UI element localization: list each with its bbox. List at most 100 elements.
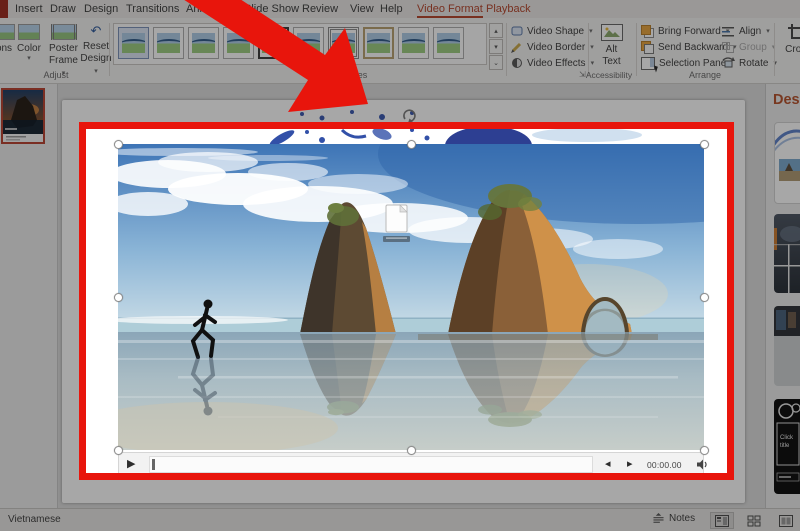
video-style-preview	[227, 33, 250, 53]
video-style-preview	[332, 33, 355, 53]
slide-sorter-view-button[interactable]	[742, 512, 766, 529]
menu-item-help[interactable]: Help	[380, 3, 403, 15]
video-styles-group-label: Styles	[342, 70, 368, 80]
design-panel-title: Desig	[773, 92, 800, 108]
normal-view-button[interactable]	[710, 512, 734, 529]
video-style-thumbnail[interactable]	[223, 27, 254, 59]
crop-button[interactable]: Crop	[779, 22, 800, 79]
resize-handle-middle-left[interactable]	[113, 292, 123, 302]
reset-design-label: Reset	[82, 41, 110, 52]
video-style-preview	[367, 33, 390, 53]
video-style-thumbnail[interactable]	[118, 27, 149, 59]
seek-bar[interactable]	[149, 456, 593, 473]
menu-item-review[interactable]: Review	[302, 3, 338, 15]
resize-handle-bottom-right[interactable]	[699, 445, 709, 455]
video-style-thumbnail[interactable]	[363, 27, 394, 59]
bring-forward-button[interactable]: Bring Forward ▾	[641, 24, 729, 38]
video-shape-label: Video Shape	[527, 25, 585, 37]
color-label: Color	[17, 43, 41, 54]
slide-decoration-wash	[532, 128, 642, 142]
video-shape-button[interactable]: Video Shape ▾	[511, 24, 593, 38]
poster-frame-icon	[50, 24, 77, 40]
corrections-label: ons	[0, 43, 13, 54]
design-suggestion-card[interactable]	[774, 122, 800, 204]
resize-handle-top-right[interactable]	[699, 139, 709, 149]
alt-text-label2: Text	[602, 56, 621, 67]
video-effects-button[interactable]: Video Effects ▾	[511, 56, 594, 70]
menu-item-animations[interactable]: Animations	[186, 3, 240, 15]
gallery-scroll-down-button[interactable]: ▾	[489, 39, 503, 54]
group-separator	[109, 23, 110, 76]
rotate-icon	[722, 57, 735, 68]
menu-item-view[interactable]: View	[350, 3, 374, 15]
move-forward-frame-button[interactable]: ▸	[627, 456, 633, 472]
rotate-button[interactable]: Rotate ▾	[722, 56, 777, 70]
video-style-thumbnail[interactable]	[293, 27, 324, 59]
video-border-label: Video Border	[527, 41, 586, 53]
resize-handle-bottom-middle[interactable]	[406, 445, 416, 455]
bring-forward-icon	[641, 24, 654, 38]
reading-view-icon	[779, 514, 793, 527]
video-style-thumbnail[interactable]	[188, 27, 219, 59]
tab-video-format[interactable]: Video Format	[417, 3, 483, 18]
rotate-label: Rotate	[739, 57, 769, 69]
gallery-scroll: ▴ ▾ ⌄	[489, 23, 503, 70]
menu-item-slide-show[interactable]: Slide Show	[244, 3, 299, 15]
gallery-scroll-up-button[interactable]: ▴	[489, 23, 503, 38]
send-backward-label: Send Backward	[658, 41, 729, 53]
move-back-frame-button[interactable]: ◂	[605, 456, 611, 472]
tab-playback[interactable]: Playback	[486, 3, 531, 15]
rotate-handle-icon[interactable]	[402, 108, 418, 124]
normal-view-icon	[715, 514, 729, 527]
resize-handle-middle-right[interactable]	[699, 292, 709, 302]
resize-handle-top-middle[interactable]	[406, 139, 416, 149]
selection-pane-button[interactable]: Selection Pane	[641, 56, 726, 70]
design-card-text2: title	[780, 443, 790, 449]
color-icon	[18, 24, 40, 40]
notes-toggle-button[interactable]: Notes	[652, 513, 695, 524]
design-suggestion-card[interactable]	[774, 214, 800, 293]
video-style-thumbnail[interactable]	[433, 27, 464, 59]
video-style-thumbnail[interactable]	[328, 27, 359, 59]
language-indicator[interactable]: Vietnamese	[8, 514, 61, 525]
video-style-thumbnail[interactable]	[258, 27, 289, 59]
video-border-button[interactable]: Video Border ▾	[511, 40, 594, 54]
align-button[interactable]: Align ▾	[722, 24, 770, 38]
chevron-down-icon: ▾	[27, 55, 31, 62]
video-shape-icon	[511, 26, 523, 36]
mute-unmute-icon[interactable]	[697, 459, 709, 470]
menu-item-transitions[interactable]: Transitions	[126, 3, 179, 15]
group-button[interactable]: Group ▾	[722, 40, 775, 54]
play-button[interactable]: ▶	[127, 456, 135, 472]
seek-position-marker[interactable]	[152, 459, 155, 470]
design-card-preview	[774, 226, 800, 293]
video-style-thumbnail[interactable]	[153, 27, 184, 59]
crop-label: Crop	[785, 44, 800, 55]
group-separator	[506, 23, 507, 76]
design-suggestion-card[interactable]: Click title	[774, 399, 800, 494]
gallery-more-button[interactable]: ⌄	[489, 55, 503, 70]
adjust-group-label: Adjust	[43, 70, 69, 80]
resize-handle-top-left[interactable]	[113, 139, 123, 149]
video-style-preview	[157, 33, 180, 53]
resize-handle-bottom-left[interactable]	[113, 445, 123, 455]
embedded-file-icon	[383, 204, 410, 242]
slide-thumbnail-selected[interactable]	[1, 88, 45, 144]
video-poster-frame[interactable]	[118, 144, 704, 450]
menu-item-insert[interactable]: Insert	[15, 3, 43, 15]
poster-frame-label: Poster	[49, 43, 78, 54]
slide-sorter-icon	[747, 515, 761, 526]
design-suggestion-card[interactable]	[774, 306, 800, 386]
design-ideas-panel: Desig	[765, 84, 800, 508]
menu-item-draw[interactable]: Draw	[50, 3, 76, 15]
video-style-preview	[402, 33, 425, 53]
reading-view-button[interactable]	[774, 512, 798, 529]
status-bar: Vietnamese Notes	[0, 508, 800, 531]
video-style-thumbnail[interactable]	[398, 27, 429, 59]
video-style-preview	[192, 33, 215, 53]
design-card-text: Click	[780, 435, 793, 441]
slide-canvas[interactable]: ▶ ◂ ▸ 00:00.00	[62, 100, 745, 503]
video-effects-icon	[512, 58, 522, 68]
menu-item-design[interactable]: Design	[84, 3, 118, 15]
arrange-group-label: Arrange	[688, 70, 722, 80]
